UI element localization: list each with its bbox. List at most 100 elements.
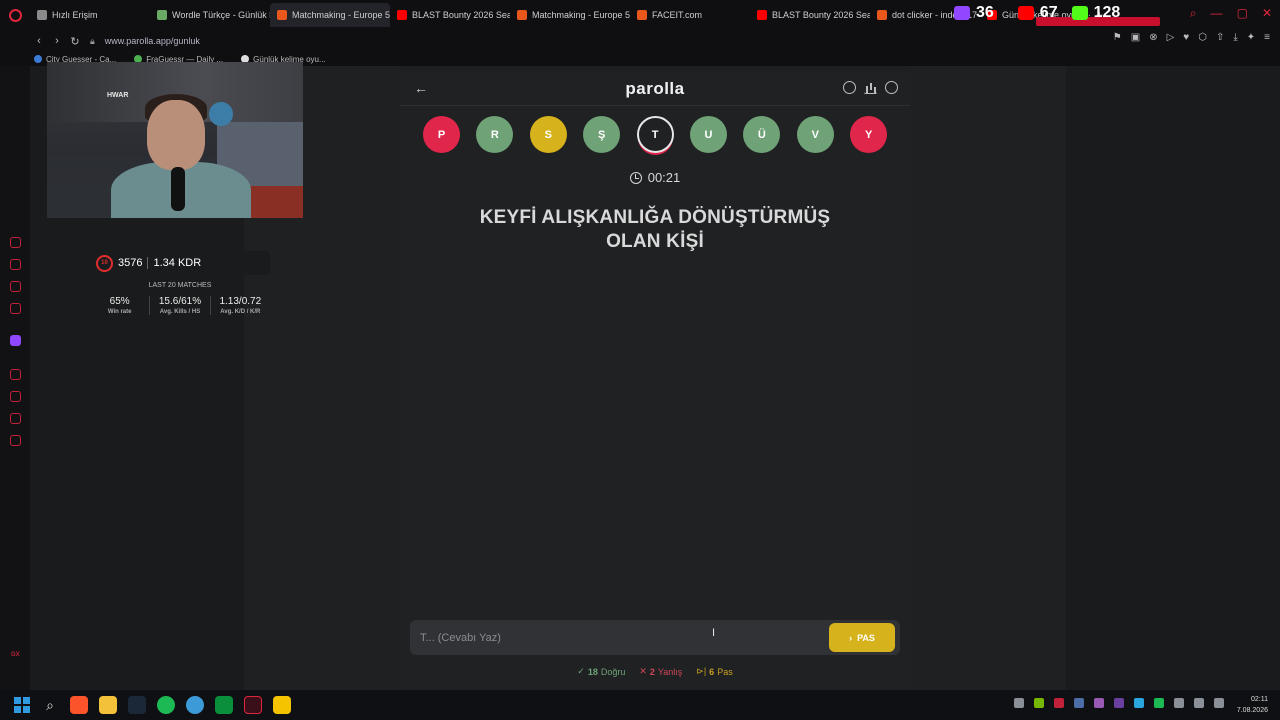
url-field[interactable]: 🔒︎ www.parolla.app/gunluk bbox=[90, 36, 200, 47]
start-button[interactable] bbox=[14, 697, 30, 713]
gx-control-icon[interactable] bbox=[10, 237, 21, 248]
tab-label: BLAST Bounty 2026 Seas bbox=[772, 10, 870, 20]
search-icon[interactable]: ⌕ bbox=[1190, 6, 1197, 21]
history-icon[interactable] bbox=[10, 391, 21, 402]
kick-icon bbox=[1071, 6, 1088, 20]
question-line: KEYFİ ALIŞKANLIĞA DÖNÜŞTÜRMÜŞ bbox=[479, 207, 831, 228]
forward-button[interactable]: › bbox=[48, 35, 66, 47]
pass-stat: ⊳| 6 Pas bbox=[696, 666, 733, 677]
browser-tab[interactable]: Wordle Türkçe - Günlük k bbox=[150, 3, 270, 27]
viewer-count-overlay: 36 67 128 bbox=[954, 0, 1164, 26]
letter-row: PRSŞTUÜVY bbox=[423, 116, 888, 153]
close-window-button[interactable]: ✕ bbox=[1262, 6, 1272, 21]
ai-icon[interactable]: ✦ bbox=[1247, 32, 1255, 43]
minimize-button[interactable]: — bbox=[1211, 6, 1223, 21]
reload-icon[interactable]: ↻ bbox=[66, 35, 84, 48]
browser-sidebar bbox=[0, 66, 30, 690]
correct-stat: ✓ 18 Doğru bbox=[577, 666, 626, 677]
cross-icon: ✕ bbox=[639, 666, 647, 676]
settings-icon[interactable] bbox=[10, 435, 21, 446]
kick-viewers: 128 bbox=[1093, 4, 1121, 21]
browser-tab[interactable]: Hızlı Erişim bbox=[30, 3, 150, 27]
system-clock[interactable]: 02:11 7.08.2026 bbox=[1237, 694, 1268, 716]
answer-input[interactable] bbox=[410, 620, 820, 655]
tray-icon[interactable] bbox=[1134, 698, 1144, 708]
brave-icon[interactable] bbox=[70, 696, 88, 714]
browser-tab[interactable]: BLAST Bounty 2026 Seas bbox=[390, 3, 510, 27]
tray-icon[interactable] bbox=[1014, 698, 1024, 708]
folder-icon[interactable] bbox=[99, 696, 117, 714]
shield-icon[interactable]: ⊗ bbox=[1149, 32, 1157, 43]
faceit-kdr: 1.34 KDR bbox=[153, 257, 202, 269]
opera-gx-logo-icon[interactable] bbox=[0, 0, 30, 30]
question-line: OLAN KİŞİ bbox=[606, 231, 704, 252]
timer: 00:21 bbox=[400, 170, 910, 185]
faceit-level-icon: 10 bbox=[96, 254, 113, 272]
microphone-icon[interactable] bbox=[1174, 698, 1184, 708]
letter-circle-wrong: P bbox=[423, 116, 460, 153]
nvidia-icon[interactable] bbox=[1034, 698, 1044, 708]
twitch-icon[interactable] bbox=[10, 335, 21, 346]
right-panel bbox=[910, 66, 1066, 690]
snapshot-icon[interactable]: ▣ bbox=[1131, 32, 1140, 43]
download-icon[interactable]: ⤓ bbox=[1233, 32, 1237, 43]
user-icon[interactable] bbox=[885, 81, 898, 94]
letter-circle-correct: R bbox=[476, 116, 514, 153]
browser-tab[interactable]: Matchmaking - Europe 5v bbox=[270, 3, 390, 27]
share-icon[interactable]: ⇧ bbox=[1216, 32, 1224, 43]
letter-circle-correct: Ş bbox=[583, 116, 621, 153]
opera-gx-icon[interactable] bbox=[244, 696, 262, 714]
app-drop-icon[interactable] bbox=[186, 696, 204, 714]
terminal-icon[interactable] bbox=[215, 696, 233, 714]
right-gutter bbox=[1066, 66, 1280, 690]
gx-corner-icon[interactable] bbox=[10, 259, 21, 270]
pass-button[interactable]: › PAS bbox=[829, 623, 895, 652]
browser-tab[interactable]: BLAST Bounty 2026 Seas bbox=[750, 3, 870, 27]
faceit-stat: 65% Win rate bbox=[90, 296, 151, 315]
menu-icon[interactable]: ≡ bbox=[1264, 32, 1270, 43]
window-controls: ⌕ — ▢ ✕ bbox=[1190, 6, 1272, 21]
tray-icon[interactable] bbox=[1094, 698, 1104, 708]
network-icon[interactable] bbox=[1194, 698, 1204, 708]
player-icon[interactable]: ▷ bbox=[1167, 32, 1175, 43]
browser-tab[interactable]: FACEIT.com bbox=[630, 3, 750, 27]
tab-favicon-icon bbox=[757, 10, 767, 20]
globe-icon bbox=[209, 102, 233, 126]
tab-label: Wordle Türkçe - Günlük k bbox=[172, 10, 270, 20]
notes-icon[interactable] bbox=[273, 696, 291, 714]
news-icon[interactable] bbox=[10, 303, 21, 314]
search-icon[interactable]: ⌕ bbox=[41, 696, 59, 714]
tab-favicon-icon bbox=[877, 10, 887, 20]
spotify-tray-icon[interactable] bbox=[1154, 698, 1164, 708]
heart-icon[interactable]: ♥ bbox=[1183, 32, 1189, 43]
player-icon[interactable] bbox=[10, 369, 21, 380]
gx-tray-icon[interactable] bbox=[1054, 698, 1064, 708]
letter-circle-correct: V bbox=[796, 116, 834, 153]
tab-favicon-icon bbox=[277, 10, 287, 20]
letter-circle-passed: S bbox=[529, 116, 567, 153]
youtube-icon bbox=[1017, 6, 1034, 20]
info-icon[interactable] bbox=[843, 81, 856, 94]
tab-label: Matchmaking - Europe 5v bbox=[532, 10, 630, 20]
maximize-button[interactable]: ▢ bbox=[1237, 6, 1248, 21]
tab-favicon-icon bbox=[37, 10, 47, 20]
extensions-icon[interactable]: ⬡ bbox=[1198, 32, 1207, 43]
tray-icon[interactable] bbox=[1114, 698, 1124, 708]
steam-tray-icon[interactable] bbox=[1074, 698, 1084, 708]
volume-icon[interactable] bbox=[1214, 698, 1224, 708]
browser-tab[interactable]: Matchmaking - Europe 5v bbox=[510, 3, 630, 27]
tab-favicon-icon bbox=[517, 10, 527, 20]
extensions-icon[interactable] bbox=[10, 413, 21, 424]
stats-icon[interactable] bbox=[864, 81, 877, 94]
bookmark-icon[interactable]: ⚑ bbox=[1113, 32, 1122, 43]
steam-icon[interactable] bbox=[128, 696, 146, 714]
faceit-stats-overlay: 10 3576 1.34 KDR LAST 20 MATCHES 65% Win … bbox=[90, 251, 270, 323]
back-button[interactable]: ‹ bbox=[30, 35, 48, 47]
messenger-icon[interactable] bbox=[10, 281, 21, 292]
spotify-icon[interactable] bbox=[157, 696, 175, 714]
streamer-face bbox=[147, 100, 205, 170]
url-text[interactable]: www.parolla.app/gunluk bbox=[105, 36, 200, 46]
letter-circle-current: T bbox=[636, 116, 674, 153]
clock-icon bbox=[629, 171, 642, 184]
answer-bar: › PAS bbox=[410, 620, 900, 655]
